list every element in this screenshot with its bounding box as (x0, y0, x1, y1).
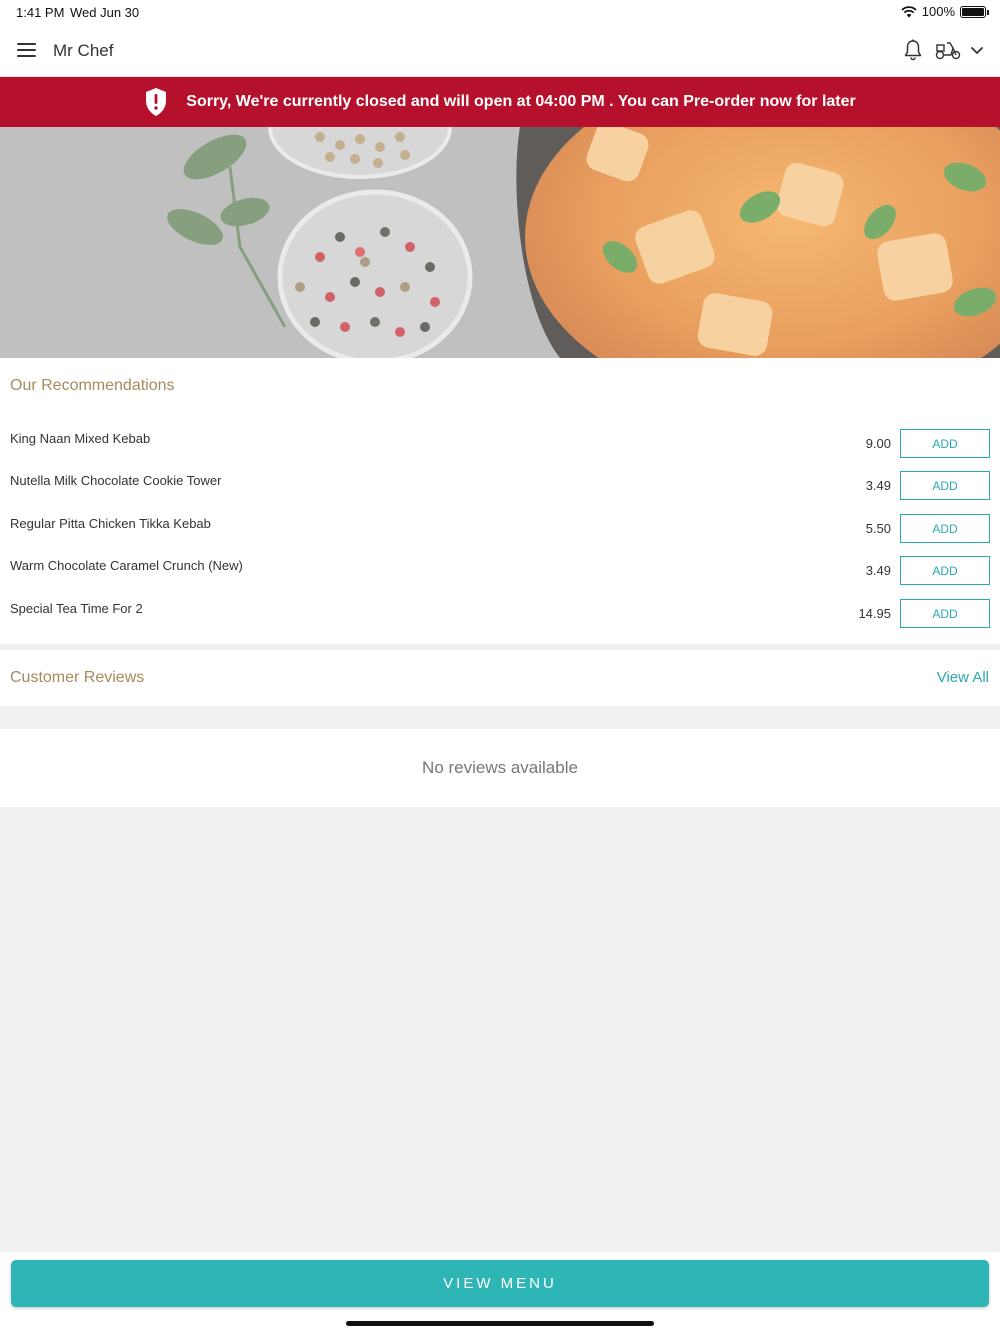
item-name: King Naan Mixed Kebab (10, 431, 151, 446)
add-button[interactable]: ADD (900, 556, 990, 585)
no-reviews-text: No reviews available (422, 758, 578, 777)
battery-percent: 100% (921, 4, 955, 19)
status-date: Wed Jun 30 (70, 5, 140, 20)
list-item: Warm Chocolate Caramel Crunch (New) 3.49… (0, 556, 1000, 598)
status-time: 1:41 PM (16, 5, 65, 20)
item-price: 14.95 (858, 606, 891, 621)
item-price: 3.49 (865, 563, 891, 578)
bell-icon[interactable] (901, 38, 925, 62)
wifi-icon (901, 5, 917, 17)
chevron-down-icon[interactable] (969, 42, 985, 58)
item-price: 5.50 (865, 521, 891, 536)
item-name: Warm Chocolate Caramel Crunch (New) (10, 558, 243, 573)
home-indicator (346, 1321, 654, 1326)
add-button[interactable]: ADD (900, 514, 990, 543)
reviews-header: Customer Reviews View All (0, 650, 1000, 706)
add-button[interactable]: ADD (900, 599, 990, 628)
item-price: 9.00 (865, 436, 891, 451)
app-header: Mr Chef (0, 24, 1000, 77)
recommendations-title: Our Recommendations (10, 377, 175, 394)
item-name: Regular Pitta Chicken Tikka Kebab (10, 516, 211, 531)
reviews-title: Customer Reviews (10, 669, 145, 686)
page-title: Mr Chef (53, 41, 114, 60)
status-bar: 1:41 PM Wed Jun 30 100% (0, 0, 1000, 24)
reviews-empty-state: No reviews available (0, 729, 1000, 807)
battery-icon (960, 5, 989, 18)
scooter-icon[interactable] (935, 39, 961, 61)
menu-icon[interactable] (17, 43, 36, 58)
closed-banner: Sorry, We're currently closed and will o… (0, 77, 1000, 127)
item-name: Nutella Milk Chocolate Cookie Tower (10, 473, 222, 488)
view-menu-button[interactable]: VIEW MENU (11, 1260, 989, 1307)
banner-text: Sorry, We're currently closed and will o… (186, 93, 856, 110)
hero-image (0, 127, 1000, 358)
status-indicators: 100% (901, 4, 989, 19)
bottom-bar: VIEW MENU (0, 1252, 1000, 1334)
add-button[interactable]: ADD (900, 471, 990, 500)
recommendations-section: Our Recommendations King Naan Mixed Keba… (0, 358, 1000, 644)
add-button[interactable]: ADD (900, 429, 990, 458)
list-item: King Naan Mixed Kebab 9.00 ADD (0, 429, 1000, 471)
list-item: Nutella Milk Chocolate Cookie Tower 3.49… (0, 471, 1000, 513)
list-item: Special Tea Time For 2 14.95 ADD (0, 599, 1000, 641)
item-price: 3.49 (865, 478, 891, 493)
shield-alert-icon (146, 88, 167, 116)
view-all-link[interactable]: View All (937, 669, 989, 686)
item-name: Special Tea Time For 2 (10, 601, 143, 616)
list-item: Regular Pitta Chicken Tikka Kebab 5.50 A… (0, 514, 1000, 556)
